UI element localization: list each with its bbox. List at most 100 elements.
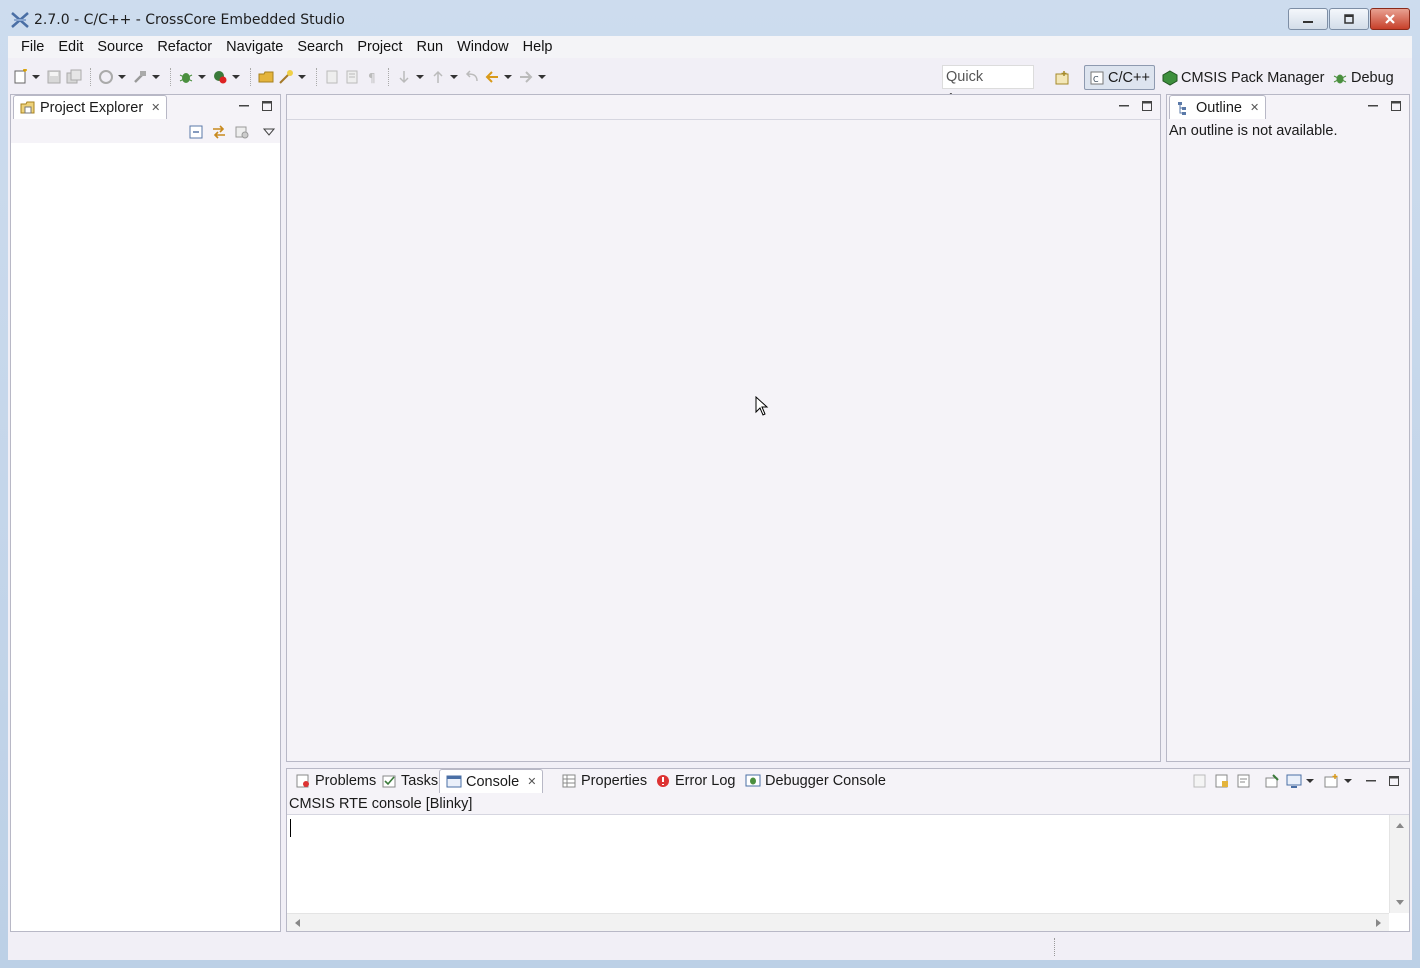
quick-access-input[interactable]: Quick Access — [942, 65, 1034, 107]
scroll-left-icon[interactable] — [293, 918, 301, 928]
maximize-editor-button[interactable] — [1140, 99, 1154, 113]
svg-text:C: C — [1093, 75, 1099, 84]
maximize-icon — [1391, 101, 1401, 111]
scroll-up-icon[interactable] — [1395, 821, 1405, 829]
window-controls — [1287, 8, 1410, 32]
next-annotation-icon[interactable] — [396, 69, 412, 85]
restore-button[interactable] — [1329, 8, 1369, 30]
forward-arrow-icon[interactable] — [518, 69, 534, 85]
scroll-down-icon[interactable] — [1395, 899, 1405, 907]
debug-bug-icon[interactable] — [178, 69, 194, 85]
search-wand-icon[interactable] — [278, 69, 294, 85]
back-arrow-icon[interactable] — [484, 69, 500, 85]
new-dropdown[interactable] — [32, 69, 40, 85]
close-tab-icon[interactable]: ✕ — [151, 101, 160, 114]
maximize-view-button[interactable] — [1389, 776, 1403, 786]
clear-console-icon[interactable] — [1192, 773, 1208, 789]
menu-project[interactable]: Project — [350, 39, 409, 55]
maximize-view-button[interactable] — [1389, 99, 1403, 113]
back-dropdown[interactable] — [504, 69, 512, 85]
open-console-icon[interactable] — [1324, 773, 1340, 789]
console-vertical-scrollbar[interactable] — [1389, 815, 1409, 913]
console-horizontal-scrollbar[interactable] — [287, 913, 1389, 931]
collapse-all-icon[interactable] — [189, 125, 203, 139]
tab-problems[interactable]: Problems — [289, 769, 382, 793]
perspective-cmsis-button[interactable]: CMSIS Pack Manager — [1158, 65, 1328, 90]
display-console-icon[interactable] — [1286, 773, 1302, 789]
chevron-down-icon — [198, 75, 206, 79]
debug-dropdown[interactable] — [198, 69, 206, 85]
toggle-mark-icon[interactable] — [324, 69, 340, 85]
menu-edit[interactable]: Edit — [51, 39, 90, 55]
pin-console-icon[interactable] — [1264, 773, 1280, 789]
scroll-right-icon[interactable] — [1375, 918, 1383, 928]
save-icon[interactable] — [46, 69, 62, 85]
close-tab-icon[interactable]: ✕ — [527, 775, 536, 788]
problems-icon — [296, 774, 309, 788]
menu-help[interactable]: Help — [516, 39, 560, 55]
minimize-icon — [1368, 105, 1378, 107]
menu-navigate[interactable]: Navigate — [219, 39, 290, 55]
save-all-icon[interactable] — [66, 69, 82, 85]
console-header: CMSIS RTE console [Blinky] — [287, 793, 1409, 815]
scroll-lock-icon[interactable] — [1214, 773, 1230, 789]
minimize-editor-button[interactable] — [1117, 99, 1131, 113]
view-menu-icon[interactable] — [263, 127, 275, 137]
minimize-view-button[interactable] — [1366, 99, 1380, 113]
link-with-editor-icon[interactable] — [211, 124, 227, 140]
maximize-icon — [262, 101, 272, 111]
run-icon[interactable] — [212, 69, 228, 85]
tab-properties[interactable]: Properties — [555, 769, 653, 793]
minimize-view-button[interactable] — [1366, 776, 1380, 786]
tab-console[interactable]: Console ✕ — [439, 769, 544, 793]
word-wrap-icon[interactable] — [1236, 773, 1252, 789]
tab-error-log[interactable]: Error Log — [649, 769, 741, 793]
forward-dropdown[interactable] — [538, 69, 546, 85]
tab-project-explorer[interactable]: Project Explorer ✕ — [13, 95, 168, 119]
menu-source[interactable]: Source — [90, 39, 150, 55]
show-whitespace-icon[interactable]: ¶ — [364, 69, 380, 85]
next-annotation-dropdown[interactable] — [416, 69, 424, 85]
open-perspective-icon[interactable] — [1054, 70, 1070, 86]
menu-search[interactable]: Search — [290, 39, 350, 55]
toolbar-separator — [90, 68, 94, 86]
tasks-icon — [382, 775, 396, 788]
menu-file[interactable]: File — [14, 39, 51, 55]
hammer-icon[interactable] — [132, 69, 148, 85]
build-icon[interactable] — [98, 69, 114, 85]
perspective-cpp-button[interactable]: C C/C++ — [1084, 65, 1155, 90]
close-button[interactable] — [1370, 8, 1410, 30]
bottom-panel: Problems Tasks Console ✕ Properties Erro… — [286, 768, 1410, 932]
perspective-debug-button[interactable]: Debug — [1328, 65, 1398, 90]
display-console-dropdown[interactable] — [1306, 773, 1314, 789]
maximize-view-button[interactable] — [260, 99, 274, 113]
menu-window[interactable]: Window — [450, 39, 516, 55]
minimize-button[interactable] — [1288, 8, 1328, 30]
filter-icon[interactable] — [234, 124, 250, 140]
svg-text:¶: ¶ — [368, 71, 376, 85]
tab-outline[interactable]: Outline ✕ — [1169, 95, 1267, 119]
run-dropdown[interactable] — [232, 69, 240, 85]
minimize-view-button[interactable] — [237, 99, 251, 113]
console-output[interactable] — [287, 815, 1409, 931]
search-dropdown[interactable] — [298, 69, 306, 85]
build-dropdown[interactable] — [118, 69, 126, 85]
menu-run[interactable]: Run — [409, 39, 450, 55]
chevron-down-icon — [416, 75, 424, 79]
open-folder-icon[interactable] — [258, 69, 274, 85]
editor-body[interactable] — [287, 119, 1160, 761]
new-file-icon[interactable] — [12, 69, 28, 85]
outline-body: An outline is not available. — [1167, 119, 1409, 761]
tab-tasks[interactable]: Tasks — [375, 769, 444, 793]
previous-annotation-dropdown[interactable] — [450, 69, 458, 85]
close-tab-icon[interactable]: ✕ — [1250, 101, 1259, 114]
menu-refactor[interactable]: Refactor — [150, 39, 219, 55]
last-edit-location-icon[interactable] — [464, 69, 480, 85]
open-console-dropdown[interactable] — [1344, 773, 1352, 789]
previous-annotation-icon[interactable] — [430, 69, 446, 85]
tab-debugger-console[interactable]: Debugger Console — [739, 769, 892, 793]
minimize-icon — [1303, 21, 1313, 23]
close-icon — [1385, 14, 1395, 24]
block-selection-icon[interactable] — [344, 69, 360, 85]
hammer-dropdown[interactable] — [152, 69, 160, 85]
